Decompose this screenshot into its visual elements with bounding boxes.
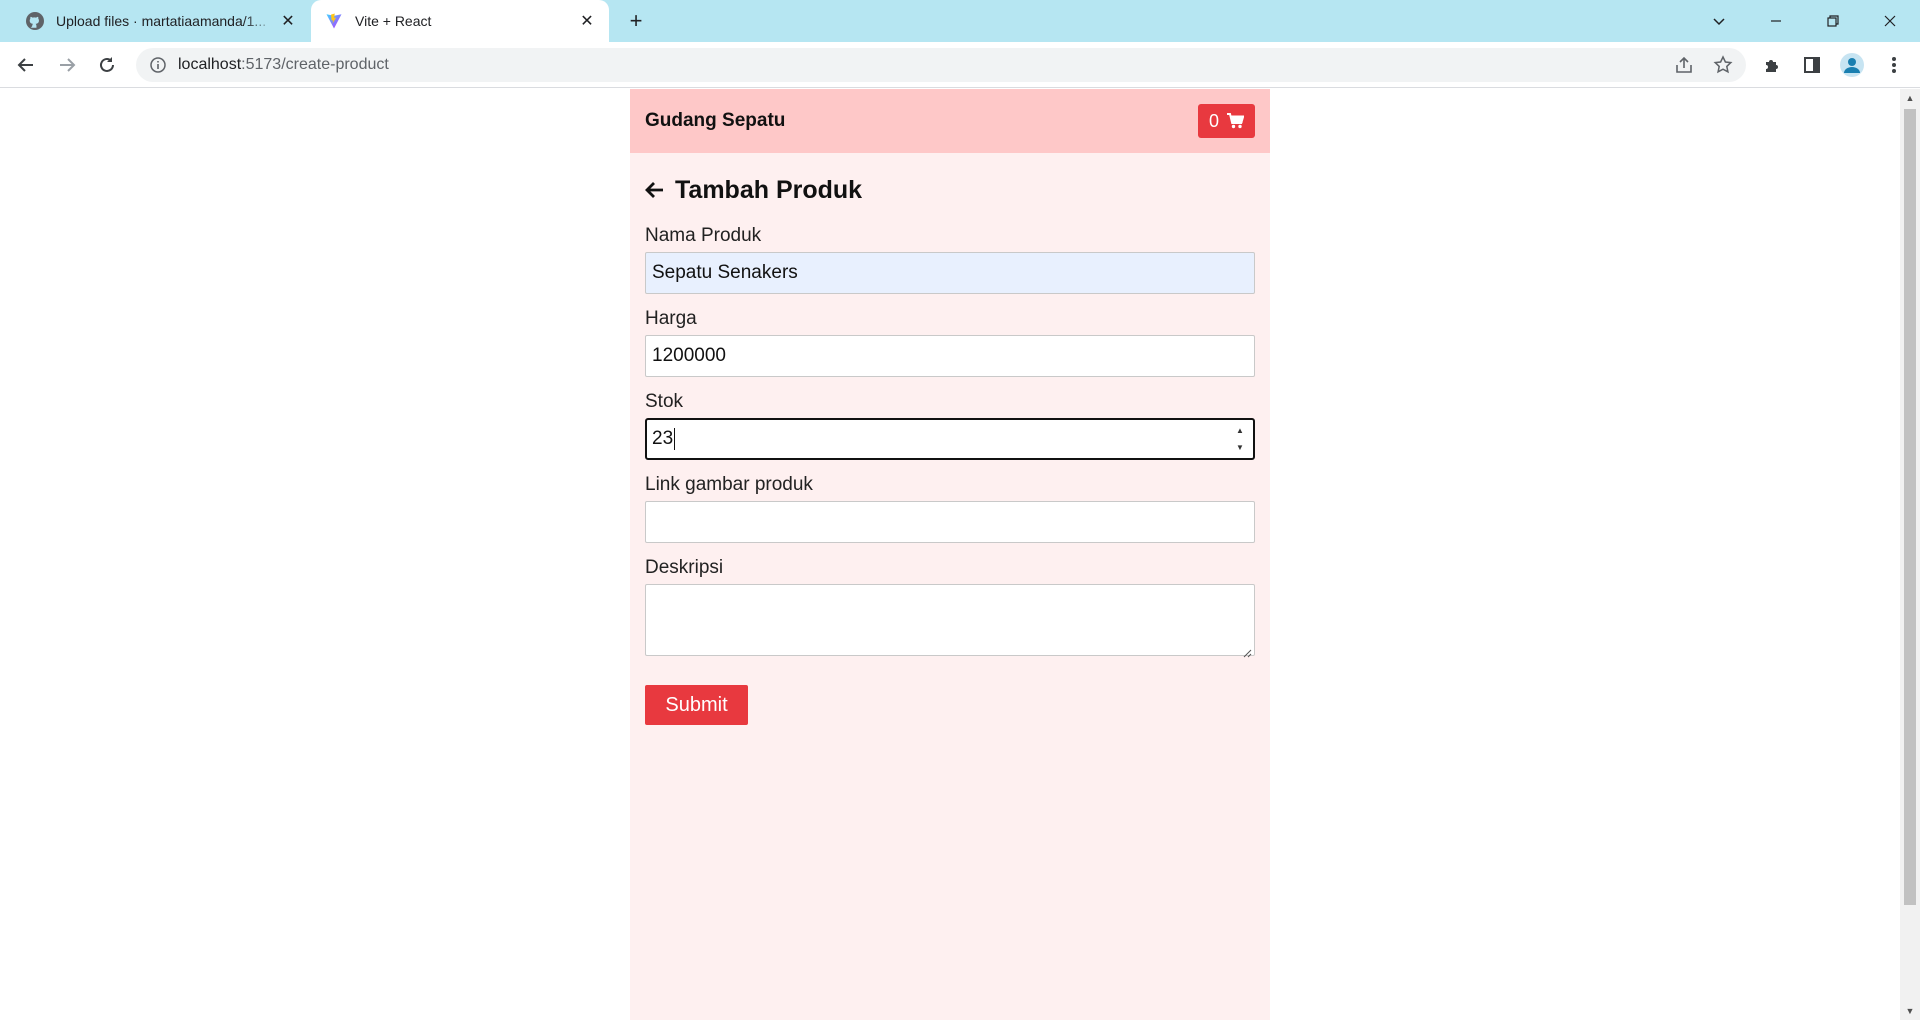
image-link-input[interactable] [645,501,1255,543]
field-label: Deskripsi [645,557,724,578]
tab-title: Upload files · martatiaamanda/1... [56,13,267,29]
minimize-icon[interactable] [1753,0,1799,42]
url-text: localhost:5173/create-product [178,56,389,73]
page-title: Tambah Produk [675,175,863,204]
address-bar[interactable]: localhost:5173/create-product [136,48,1746,82]
close-tab-icon[interactable]: ✕ [575,9,599,33]
stock-input[interactable]: 23 ▲ ▼ [645,418,1255,460]
back-icon[interactable] [10,49,42,81]
cart-icon [1227,113,1244,129]
page-heading: Tambah Produk [645,173,1255,207]
resize-grip-icon[interactable] [1242,648,1252,658]
close-window-icon[interactable] [1867,0,1913,42]
scroll-down-icon[interactable]: ▼ [1904,1005,1916,1017]
page-viewport: Gudang Sepatu 0 Tambah Produk Nama Produ… [0,89,1920,1020]
vite-icon [326,13,342,29]
product-name-input[interactable] [645,252,1255,294]
site-info-icon[interactable] [150,57,166,73]
tab-vite-react[interactable]: Vite + React ✕ [311,0,609,42]
tab-search-icon[interactable] [1696,0,1742,42]
bookmark-star-icon[interactable] [1713,55,1733,75]
field-link-gambar: Link gambar produk [645,474,1255,543]
side-panel-icon[interactable] [1796,49,1828,81]
menu-kebab-icon[interactable] [1878,49,1910,81]
app-header: Gudang Sepatu 0 [630,89,1270,153]
submit-button[interactable]: Submit [645,685,748,725]
back-arrow-icon[interactable] [645,180,665,200]
create-product-form: Tambah Produk Nama Produk Harga Stok 23 … [630,153,1270,745]
field-harga: Harga [645,308,1255,377]
app-container: Gudang Sepatu 0 Tambah Produk Nama Produ… [630,89,1270,1020]
cart-button[interactable]: 0 [1198,104,1255,138]
spinner-down-icon[interactable]: ▼ [1236,443,1244,452]
scroll-up-icon[interactable]: ▲ [1904,92,1916,104]
field-label: Nama Produk [645,225,762,246]
price-input[interactable] [645,335,1255,377]
tab-github-upload[interactable]: Upload files · martatiaamanda/1... ✕ [12,0,310,42]
description-textarea[interactable] [645,584,1255,656]
restore-icon[interactable] [1810,0,1856,42]
new-tab-icon[interactable]: + [622,8,650,33]
field-stok: Stok 23 ▲ ▼ [645,391,1255,460]
forward-icon[interactable] [51,49,83,81]
stock-value: 23 [652,428,674,449]
field-label: Harga [645,308,697,329]
browser-toolbar: localhost:5173/create-product [0,42,1920,88]
field-label: Link gambar produk [645,474,813,495]
scrollbar-thumb[interactable] [1904,109,1916,905]
profile-avatar-icon[interactable] [1836,49,1868,81]
extensions-icon[interactable] [1756,49,1788,81]
tab-strip: Upload files · martatiaamanda/1... ✕ Vit… [0,0,1920,42]
text-caret [674,428,676,450]
field-nama-produk: Nama Produk [645,225,1255,294]
close-tab-icon[interactable]: ✕ [276,9,300,33]
tab-title: Vite + React [355,13,432,29]
reload-icon[interactable] [91,49,123,81]
share-icon[interactable] [1674,55,1694,75]
page-scrollbar[interactable]: ▲ ▼ [1900,89,1920,1020]
field-deskripsi: Deskripsi [645,557,1255,661]
cart-count: 0 [1208,110,1219,131]
field-label: Stok [645,391,684,412]
brand-title[interactable]: Gudang Sepatu [645,110,785,132]
spinner-up-icon[interactable]: ▲ [1236,426,1244,435]
github-icon [26,12,44,30]
number-spinner[interactable]: ▲ ▼ [1233,426,1247,452]
